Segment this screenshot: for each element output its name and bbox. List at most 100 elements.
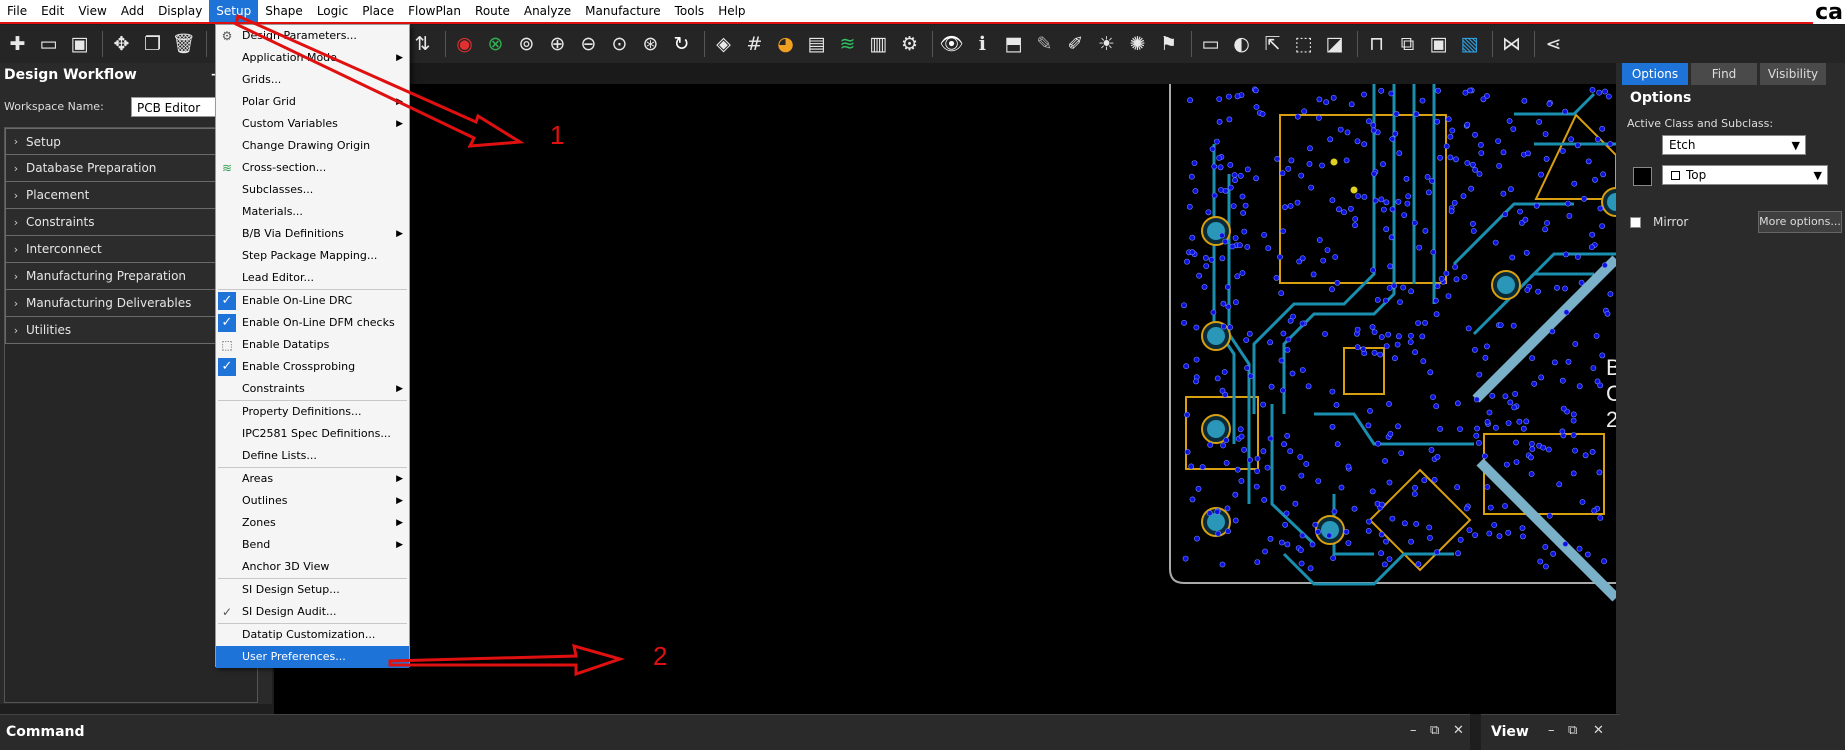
menu-item-step-package-mapping[interactable]: Step Package Mapping... bbox=[216, 245, 409, 267]
dimension-icon[interactable]: ⇅ bbox=[409, 31, 436, 58]
drc-icon[interactable]: ◉ bbox=[451, 31, 478, 58]
menu-item-si-design-setup[interactable]: SI Design Setup... bbox=[216, 579, 409, 601]
menu-item-ipc2581-spec-definitions[interactable]: IPC2581 Spec Definitions... bbox=[216, 423, 409, 445]
menu-item-design-parameters[interactable]: ⚙ Design Parameters... bbox=[216, 25, 409, 47]
menu-item-enable-datatips[interactable]: ⬚ Enable Datatips bbox=[216, 334, 409, 356]
close-icon[interactable]: ✕ bbox=[1453, 723, 1464, 738]
zoom-fit-icon[interactable]: ⊚ bbox=[513, 31, 540, 58]
save-icon[interactable]: ▣ bbox=[66, 31, 93, 58]
report-icon[interactable]: ▥ bbox=[865, 31, 892, 58]
menu-item-user-preferences[interactable]: User Preferences... bbox=[216, 646, 409, 668]
menu-display[interactable]: Display bbox=[151, 0, 209, 22]
delete-icon[interactable]: 🗑 bbox=[170, 31, 197, 58]
settings-icon[interactable]: ⚙ bbox=[896, 31, 923, 58]
visibility-icon[interactable]: 👁 bbox=[938, 31, 965, 58]
highlight-icon[interactable]: ✎ bbox=[1031, 31, 1058, 58]
stack-icon[interactable]: ≋ bbox=[834, 31, 861, 58]
menu-view[interactable]: View bbox=[71, 0, 113, 22]
menu-item-zones[interactable]: Zones ▶ bbox=[216, 512, 409, 534]
edit-icon[interactable]: ▭ bbox=[1197, 31, 1224, 58]
restore-icon[interactable]: ⧉ bbox=[1430, 723, 1439, 738]
grid-icon[interactable]: # bbox=[741, 31, 768, 58]
menu-tools[interactable]: Tools bbox=[668, 0, 712, 22]
menu-help[interactable]: Help bbox=[711, 0, 752, 22]
menu-item-change-drawing-origin[interactable]: Change Drawing Origin bbox=[216, 135, 409, 157]
menu-item-polar-grid[interactable]: Polar Grid ▶ bbox=[216, 91, 409, 113]
menu-manufacture[interactable]: Manufacture bbox=[578, 0, 667, 22]
subclass-dropdown[interactable]: Top ▼ bbox=[1662, 165, 1828, 185]
zoom-center-icon[interactable]: ⊛ bbox=[637, 31, 664, 58]
menu-file[interactable]: File bbox=[0, 0, 34, 22]
layer-icon[interactable]: ▤ bbox=[803, 31, 830, 58]
measure-icon[interactable]: ⬒ bbox=[1000, 31, 1027, 58]
menu-item-enable-on-line-dfm-checks[interactable]: ✓ Enable On-Line DFM checks bbox=[216, 312, 409, 334]
zoom-world-icon[interactable]: ⊙ bbox=[606, 31, 633, 58]
cursor-icon[interactable]: ⬚ bbox=[1290, 31, 1317, 58]
menu-shape[interactable]: Shape bbox=[258, 0, 310, 22]
color-swatch[interactable] bbox=[1633, 167, 1652, 186]
menu-item-anchor-3d-view[interactable]: Anchor 3D View bbox=[216, 556, 409, 578]
menu-flowplan[interactable]: FlowPlan bbox=[401, 0, 468, 22]
light-icon[interactable]: ☀ bbox=[1093, 31, 1120, 58]
menu-place[interactable]: Place bbox=[355, 0, 401, 22]
menu-item-define-lists[interactable]: Define Lists... bbox=[216, 445, 409, 467]
bw-icon[interactable]: ◪ bbox=[1321, 31, 1348, 58]
pin-icon[interactable]: ⊓ bbox=[1363, 31, 1390, 58]
menu-logic[interactable]: Logic bbox=[310, 0, 355, 22]
pcb-canvas[interactable]: BC2 bbox=[274, 84, 1616, 714]
export-icon[interactable]: ⋈ bbox=[1498, 31, 1525, 58]
menu-edit[interactable]: Edit bbox=[34, 0, 71, 22]
menu-add[interactable]: Add bbox=[114, 0, 151, 22]
reporter-icon[interactable]: ▧ bbox=[1456, 31, 1483, 58]
menu-item-custom-variables[interactable]: Custom Variables ▶ bbox=[216, 113, 409, 135]
tab-options[interactable]: Options bbox=[1622, 63, 1688, 85]
menu-item-grids[interactable]: Grids... bbox=[216, 69, 409, 91]
cross-icon[interactable]: ⊗ bbox=[482, 31, 509, 58]
menu-item-cross-section[interactable]: ≋ Cross-section... bbox=[216, 157, 409, 179]
constraint-icon[interactable]: ✺ bbox=[1124, 31, 1151, 58]
flag-icon[interactable]: ⚑ bbox=[1155, 31, 1182, 58]
menu-item-outlines[interactable]: Outlines ▶ bbox=[216, 490, 409, 512]
snapshot-icon[interactable]: ⧉ bbox=[1394, 31, 1421, 58]
mirror-checkbox[interactable] bbox=[1630, 216, 1641, 228]
zoom-in-icon[interactable]: ⊕ bbox=[544, 31, 571, 58]
menu-item-enable-on-line-drc[interactable]: ✓ Enable On-Line DRC bbox=[216, 290, 409, 312]
share-icon[interactable]: ⋖ bbox=[1540, 31, 1567, 58]
more-options-button[interactable]: More options... bbox=[1758, 211, 1842, 233]
menu-item-property-definitions[interactable]: Property Definitions... bbox=[216, 401, 409, 423]
menu-route[interactable]: Route bbox=[468, 0, 517, 22]
menu-item-materials[interactable]: Materials... bbox=[216, 201, 409, 223]
menu-item-areas[interactable]: Areas ▶ bbox=[216, 468, 409, 490]
copy-icon[interactable]: ❐ bbox=[139, 31, 166, 58]
menu-item-b-b-via-definitions[interactable]: B/B Via Definitions ▶ bbox=[216, 223, 409, 245]
menu-item-subclasses[interactable]: Subclasses... bbox=[216, 179, 409, 201]
menu-item-constraints[interactable]: Constraints ▶ bbox=[216, 378, 409, 400]
menu-item-datatip-customization[interactable]: Datatip Customization... bbox=[216, 624, 409, 646]
zoom-out-icon[interactable]: ⊖ bbox=[575, 31, 602, 58]
minimize-icon[interactable]: – bbox=[1410, 723, 1417, 738]
dehighlight-icon[interactable]: ✐ bbox=[1062, 31, 1089, 58]
color-icon[interactable]: ◕ bbox=[772, 31, 799, 58]
redraw-icon[interactable]: ↻ bbox=[668, 31, 695, 58]
menu-item-bend[interactable]: Bend ▶ bbox=[216, 534, 409, 556]
tab-visibility[interactable]: Visibility bbox=[1760, 63, 1826, 85]
menu-item-lead-editor[interactable]: Lead Editor... bbox=[216, 267, 409, 289]
open-icon[interactable]: ▭ bbox=[35, 31, 62, 58]
check-icon[interactable]: ◐ bbox=[1228, 31, 1255, 58]
info-icon[interactable]: ℹ bbox=[969, 31, 996, 58]
shape-icon[interactable]: ◈ bbox=[710, 31, 737, 58]
minimize-icon[interactable]: – bbox=[1548, 723, 1555, 738]
menu-item-application-mode[interactable]: Application Mode ▶ bbox=[216, 47, 409, 69]
align-icon[interactable]: ⇱ bbox=[1259, 31, 1286, 58]
tab-find[interactable]: Find bbox=[1691, 63, 1757, 85]
camera-icon[interactable]: ▣ bbox=[1425, 31, 1452, 58]
workspace-name-input[interactable]: PCB Editor bbox=[131, 97, 226, 117]
menu-item-si-design-audit[interactable]: ✓ SI Design Audit... bbox=[216, 601, 409, 623]
menu-setup[interactable]: Setup bbox=[209, 0, 259, 22]
close-icon[interactable]: ✕ bbox=[1593, 723, 1604, 738]
class-dropdown[interactable]: Etch ▼ bbox=[1662, 135, 1806, 155]
menu-analyze[interactable]: Analyze bbox=[517, 0, 578, 22]
move-icon[interactable]: ✥ bbox=[108, 31, 135, 58]
restore-icon[interactable]: ⧉ bbox=[1568, 723, 1577, 738]
new-icon[interactable]: ✚ bbox=[4, 31, 31, 58]
